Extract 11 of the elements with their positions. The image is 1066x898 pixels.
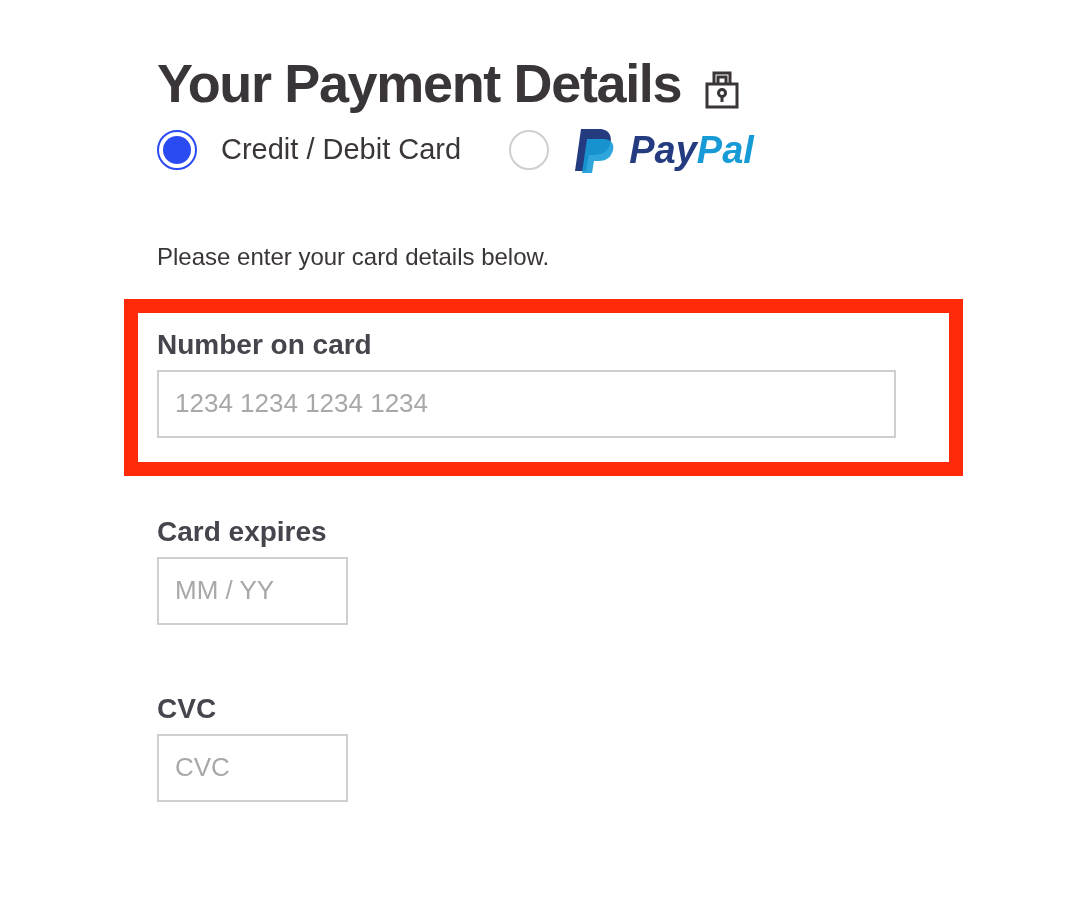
text-field[interactable]: CVC xyxy=(157,733,348,802)
instruction-text: Please enter your card details below. xyxy=(157,241,551,272)
text-field[interactable]: 1234 1234 1234 1234 xyxy=(157,369,896,438)
page-title: Your Payment Details xyxy=(157,52,682,115)
field-label: Number on card xyxy=(157,327,373,362)
field-label: CVC xyxy=(157,691,218,726)
field-label: Card expires xyxy=(157,514,328,549)
radio-button[interactable] xyxy=(157,130,197,170)
text-field[interactable]: MM / YY xyxy=(157,556,348,625)
payment-option-label: Credit / Debit Card xyxy=(221,132,462,168)
paypal-logo-text: PayPal xyxy=(629,127,754,173)
